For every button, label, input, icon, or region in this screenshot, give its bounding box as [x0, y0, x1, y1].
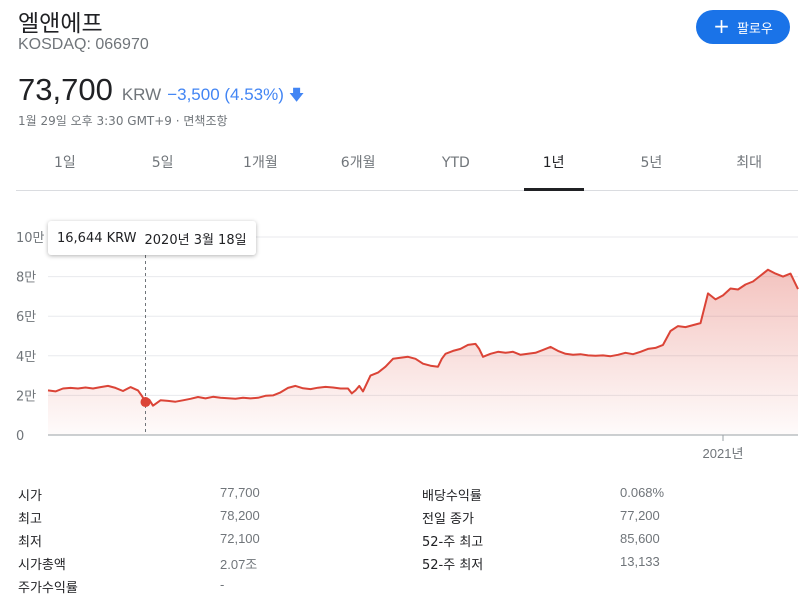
disclaimer-link[interactable]: 면책조항 [183, 114, 227, 128]
stat-label: 52-주 최고 [422, 535, 484, 550]
stat-label: 전일 종가 [422, 512, 474, 527]
arrow-down-icon: 🡇 [288, 86, 305, 104]
follow-button[interactable]: + 팔로우 [696, 10, 790, 44]
plus-icon: + [713, 14, 730, 38]
current-price: 73,700 [18, 72, 113, 107]
follow-button-label: 팔로우 [736, 21, 773, 37]
y-tick-label: 4만 [16, 350, 36, 365]
hover-point [140, 397, 151, 408]
stat-value: 13,133 [620, 554, 660, 569]
y-tick-label: 6만 [16, 310, 36, 325]
price-area-fill [48, 269, 798, 435]
stat-label: 배당수익률 [422, 489, 482, 504]
tooltip-price: 16,644 KRW [57, 230, 137, 246]
tab-6m[interactable]: 6개월 [309, 140, 407, 190]
stat-label: 최저 [18, 535, 42, 550]
currency-label: KRW [121, 85, 162, 104]
y-tick-label: 10만 [16, 231, 45, 246]
range-tabs: 1일 5일 1개월 6개월 YTD 1년 5년 최대 [16, 140, 798, 191]
y-tick-label: 8만 [16, 271, 36, 286]
stat-value: 2.07조 [220, 557, 258, 572]
stat-value: - [220, 577, 225, 592]
tab-1m[interactable]: 1개월 [212, 140, 310, 190]
tab-1d[interactable]: 1일 [16, 140, 114, 190]
tooltip-date: 2020년 3월 18일 [144, 232, 247, 248]
tab-1y[interactable]: 1년 [505, 140, 603, 190]
stat-value: 72,100 [220, 531, 260, 546]
stat-value: 85,600 [620, 531, 660, 546]
stat-label: 주가수익률 [18, 581, 78, 594]
tab-5y[interactable]: 5년 [603, 140, 701, 190]
stat-value: 77,200 [620, 508, 660, 523]
tab-5d[interactable]: 5일 [114, 140, 212, 190]
stat-label: 시가총액 [18, 558, 66, 573]
ticker-symbol: KOSDAQ: 066970 [18, 36, 149, 53]
company-name: 엘앤에프 [18, 11, 103, 37]
timestamp-text: 1월 29일 오후 3:30 GMT+9 · [18, 114, 184, 128]
x-tick-label: 2021년 [703, 446, 744, 461]
tab-ytd[interactable]: YTD [407, 140, 505, 190]
stat-label: 최고 [18, 512, 42, 527]
chart-tooltip: 16,644 KRW 2020년 3월 18일 [48, 221, 256, 255]
stat-label: 52-주 최저 [422, 558, 484, 573]
y-tick-label: 0 [16, 429, 24, 444]
tab-max[interactable]: 최대 [700, 140, 798, 190]
quote-timestamp: 1월 29일 오후 3:30 GMT+9 · 면책조항 [18, 112, 228, 129]
stat-value: 78,200 [220, 508, 260, 523]
price-row: 73,700 KRW −3,500 (4.53%) 🡇 [18, 72, 304, 110]
stat-value: 77,700 [220, 485, 260, 500]
price-change: −3,500 (4.53%) [167, 85, 284, 104]
stat-value: 0.068% [620, 485, 665, 500]
stat-label: 시가 [18, 489, 42, 504]
y-tick-label: 2만 [16, 389, 36, 404]
